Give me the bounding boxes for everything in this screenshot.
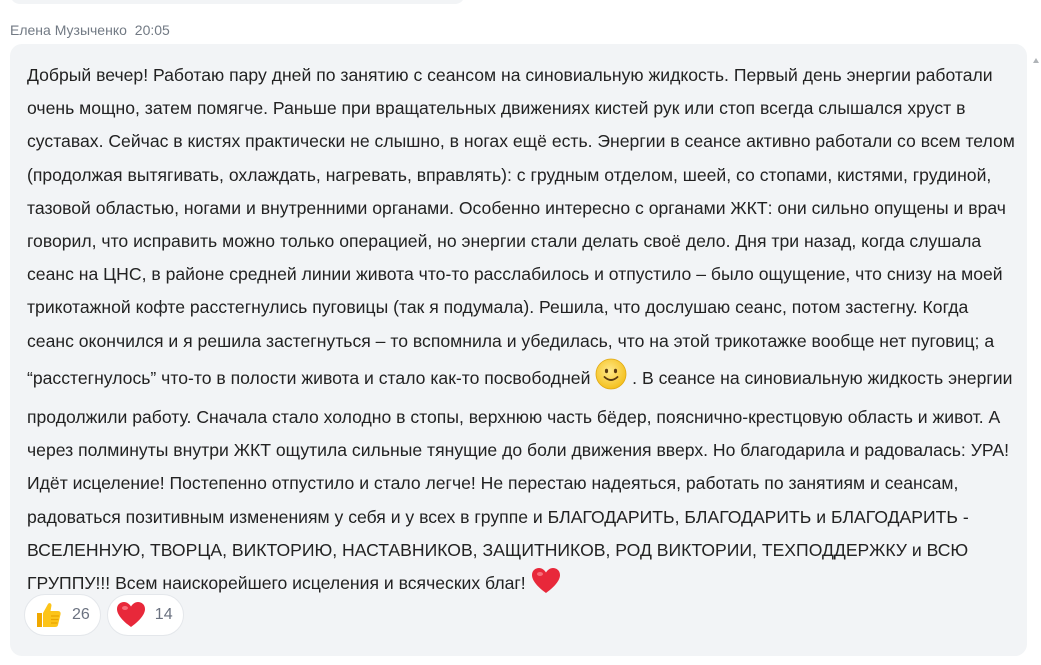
message-text: Добрый вечер! Работаю пару дней по занят… — [27, 59, 1017, 606]
message-time: 20:05 — [134, 22, 170, 38]
reaction-heart[interactable]: 14 — [106, 594, 184, 636]
heart-icon — [116, 600, 146, 630]
previous-message-bubble — [10, 0, 465, 4]
author-name[interactable]: Елена Музыченко — [10, 22, 127, 38]
reaction-count: 26 — [72, 606, 90, 623]
message-meta: Елена Музыченко 20:05 — [10, 22, 170, 38]
reaction-count: 14 — [154, 606, 173, 623]
thumbs-up-icon — [33, 600, 63, 630]
message-text-part-1: Добрый вечер! Работаю пару дней по занят… — [27, 65, 1015, 388]
scrollbar[interactable] — [1031, 44, 1041, 656]
reactions-bar: 26 14 — [24, 594, 184, 636]
smile-emoji-icon — [595, 358, 627, 401]
reaction-thumbs-up[interactable]: 26 — [24, 594, 101, 636]
message-bubble: Добрый вечер! Работаю пару дней по занят… — [10, 44, 1027, 656]
message-text-part-2: . В сеансе на синовиальную жидкость энер… — [27, 367, 1013, 594]
scroll-up-icon[interactable] — [1033, 58, 1039, 63]
heart-emoji-icon — [531, 567, 561, 606]
